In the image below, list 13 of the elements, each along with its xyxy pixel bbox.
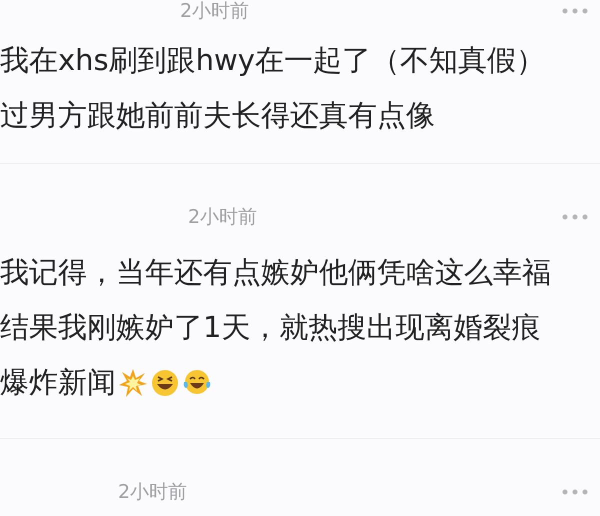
comment-text: 我记得，当年还有点嫉妒他俩凭啥这么幸福 <box>0 254 551 291</box>
explosion-icon <box>118 368 148 398</box>
comment-time: 2小时前 <box>180 0 250 24</box>
laughing-face-icon <box>150 368 180 398</box>
comment-time: 2小时前 <box>188 205 258 230</box>
comment-text: 我在xhs刷到跟hwy在一起了（不知真假） <box>0 42 545 79</box>
more-icon[interactable] <box>562 489 588 495</box>
comment-time: 2小时前 <box>118 480 188 505</box>
more-icon[interactable] <box>562 8 588 14</box>
comment-text: 爆炸新闻 <box>0 364 116 401</box>
comment-text: 过男方跟她前前夫长得还真有点像 <box>0 97 435 134</box>
comment-text: 结果我刚嫉妒了1天，就热搜出现离婚裂痕 <box>0 309 540 346</box>
more-icon[interactable] <box>562 214 588 220</box>
